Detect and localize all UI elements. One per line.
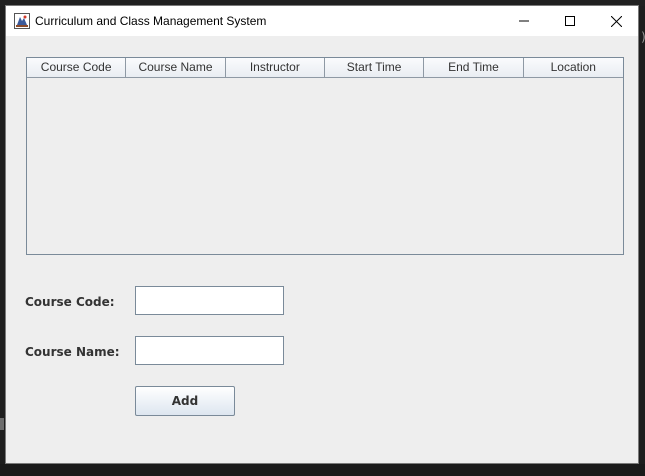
minimize-button[interactable] xyxy=(501,6,547,36)
column-header-instructor[interactable]: Instructor xyxy=(225,58,325,78)
maximize-icon xyxy=(565,16,575,26)
java-app-icon xyxy=(14,13,30,29)
background-fragment-right: ) xyxy=(640,30,645,44)
background-strip-bottom xyxy=(0,464,645,476)
close-button[interactable] xyxy=(593,6,639,36)
table-header: Course Code Course Name Instructor Start… xyxy=(27,58,623,78)
column-header-end-time[interactable]: End Time xyxy=(424,58,524,78)
title-bar[interactable]: Curriculum and Class Management System xyxy=(6,6,638,36)
add-button[interactable]: Add xyxy=(135,386,235,416)
column-header-course-code[interactable]: Course Code xyxy=(27,58,127,78)
course-code-label: Course Code: xyxy=(25,295,115,309)
window-title: Curriculum and Class Management System xyxy=(35,14,267,28)
column-header-start-time[interactable]: Start Time xyxy=(324,58,425,78)
background-fragment-left xyxy=(0,418,4,430)
maximize-button[interactable] xyxy=(547,6,593,36)
course-name-input[interactable] xyxy=(135,336,284,365)
column-header-course-name[interactable]: Course Name xyxy=(126,58,226,78)
course-name-label: Course Name: xyxy=(25,345,120,359)
course-code-input[interactable] xyxy=(135,286,284,315)
close-icon xyxy=(610,15,622,27)
course-table[interactable]: Course Code Course Name Instructor Start… xyxy=(26,57,624,255)
minimize-icon xyxy=(519,20,529,22)
column-header-location[interactable]: Location xyxy=(523,58,623,78)
app-window: Curriculum and Class Management System C… xyxy=(5,5,639,464)
